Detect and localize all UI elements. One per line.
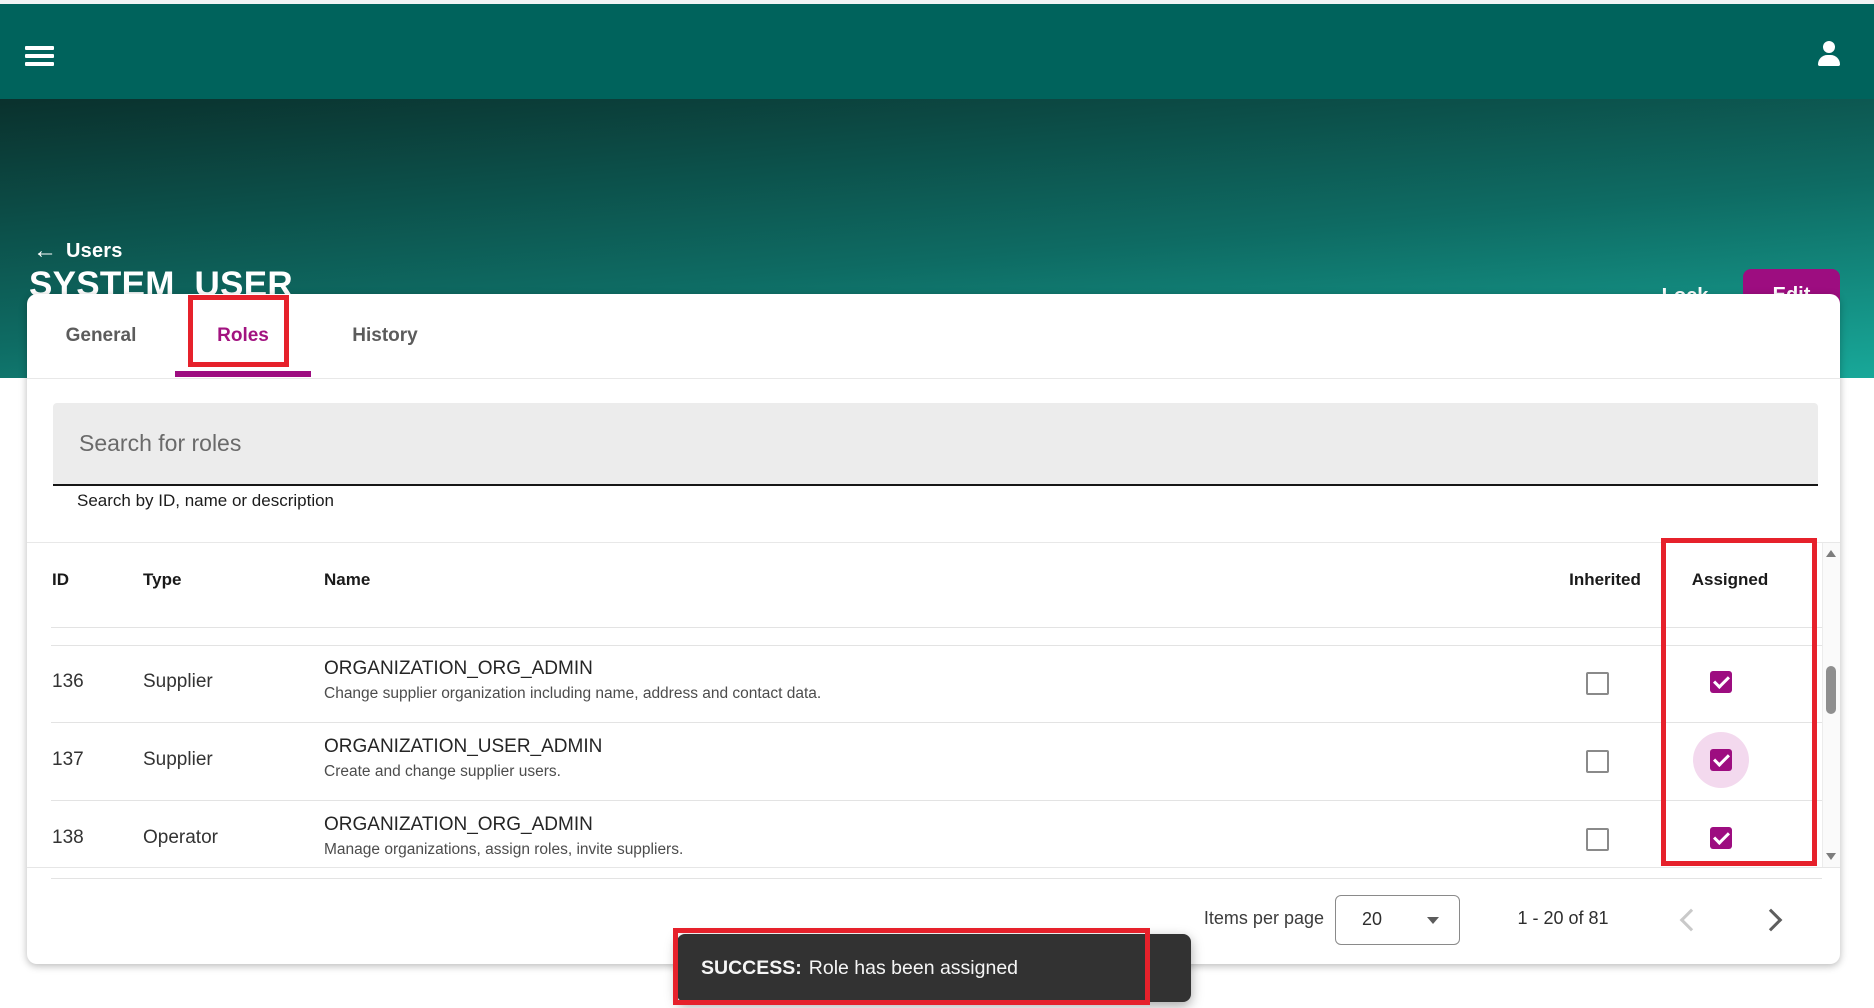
role-description: Change supplier organization including n… xyxy=(324,685,821,703)
tab-general[interactable]: General xyxy=(27,294,175,378)
table-top-divider xyxy=(27,542,1840,543)
paginator-divider xyxy=(27,867,1840,868)
header-divider xyxy=(51,627,1822,628)
column-header-inherited: Inherited xyxy=(1555,570,1655,590)
assigned-checkbox[interactable] xyxy=(1710,749,1732,771)
check-icon xyxy=(1713,750,1730,767)
role-id: 137 xyxy=(52,749,84,771)
assigned-checkbox[interactable] xyxy=(1710,827,1732,849)
items-per-page-label: Items per page xyxy=(1167,908,1324,929)
role-name: ORGANIZATION_ORG_ADMIN xyxy=(324,814,683,836)
back-label: Users xyxy=(66,240,123,263)
app-bar xyxy=(0,4,1874,99)
dropdown-arrow-icon xyxy=(1427,917,1439,924)
role-description: Create and change supplier users. xyxy=(324,763,602,781)
table-row: 136 Supplier ORGANIZATION_ORG_ADMIN Chan… xyxy=(27,645,1822,723)
search-helper-text: Search by ID, name or description xyxy=(77,491,334,511)
toast-prefix: SUCCESS: xyxy=(701,957,802,979)
menu-icon[interactable] xyxy=(25,46,54,66)
column-header-id: ID xyxy=(52,570,69,590)
roles-search-field xyxy=(53,403,1818,486)
success-toast: SUCCESS: Role has been assigned xyxy=(677,934,1191,1002)
screen: ← Users SYSTEM_USER 2000000003 Lock Edit… xyxy=(0,0,1874,1008)
column-header-name: Name xyxy=(324,570,370,590)
role-name: ORGANIZATION_USER_ADMIN xyxy=(324,736,602,758)
role-id: 136 xyxy=(52,671,84,693)
scroll-up-icon[interactable] xyxy=(1826,550,1836,557)
next-page-button[interactable] xyxy=(1760,909,1783,932)
inherited-checkbox[interactable] xyxy=(1586,828,1609,851)
inherited-checkbox[interactable] xyxy=(1586,750,1609,773)
page-size-select[interactable]: 20 xyxy=(1335,895,1460,945)
table-row: 137 Supplier ORGANIZATION_USER_ADMIN Cre… xyxy=(27,723,1822,801)
inherited-checkbox[interactable] xyxy=(1586,672,1609,695)
tab-divider xyxy=(27,378,1840,379)
tab-history[interactable]: History xyxy=(311,294,459,378)
back-arrow-icon: ← xyxy=(33,239,57,263)
user-account-icon[interactable] xyxy=(1815,40,1843,68)
role-name: ORGANIZATION_ORG_ADMIN xyxy=(324,658,821,680)
assigned-checkbox[interactable] xyxy=(1710,671,1732,693)
active-tab-indicator xyxy=(175,371,311,377)
check-icon xyxy=(1713,828,1730,845)
toast-message: Role has been assigned xyxy=(809,957,1018,979)
column-header-assigned: Assigned xyxy=(1680,570,1780,590)
user-detail-card: General Roles History Search by ID, name… xyxy=(27,294,1840,964)
role-type: Supplier xyxy=(143,749,213,771)
tab-roles[interactable]: Roles xyxy=(175,294,311,378)
row-divider xyxy=(51,878,1822,879)
role-type: Operator xyxy=(143,827,218,849)
back-to-users-link[interactable]: ← Users xyxy=(33,239,123,263)
table-scrollbar[interactable] xyxy=(1822,543,1840,867)
role-type: Supplier xyxy=(143,671,213,693)
role-id: 138 xyxy=(52,827,84,849)
role-description: Manage organizations, assign roles, invi… xyxy=(324,841,683,859)
column-header-type: Type xyxy=(143,570,181,590)
previous-page-button[interactable] xyxy=(1680,909,1703,932)
tab-bar: General Roles History xyxy=(27,294,1840,378)
page-range-label: 1 - 20 of 81 xyxy=(1488,908,1638,929)
scrollbar-thumb[interactable] xyxy=(1826,666,1836,714)
page-size-value: 20 xyxy=(1362,909,1382,930)
roles-search-input[interactable] xyxy=(77,403,1781,484)
check-icon xyxy=(1713,672,1730,689)
scroll-down-icon[interactable] xyxy=(1826,853,1836,860)
